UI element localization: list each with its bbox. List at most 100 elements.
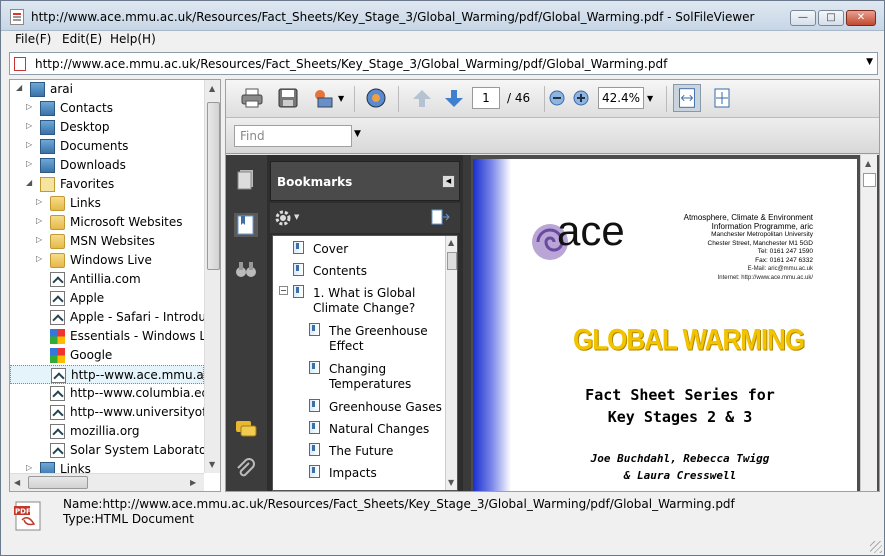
binoculars-icon[interactable] [234, 257, 258, 281]
bookmarks-panel-icon[interactable] [234, 213, 258, 237]
attachments-icon[interactable] [234, 457, 258, 481]
tree-item[interactable]: Essentials - Windows Live [10, 327, 220, 346]
zoom-dropdown-icon[interactable]: ▼ [647, 94, 653, 103]
expand-arrow-icon[interactable]: ▷ [26, 463, 32, 472]
google-shortcut-icon [50, 348, 65, 363]
tree-item[interactable]: Google [10, 346, 204, 365]
expand-arrow-icon[interactable]: ▷ [26, 102, 32, 111]
collapse-arrow-icon[interactable]: ◢ [16, 83, 22, 92]
tree-item[interactable]: http--www.universityofca [10, 403, 220, 422]
bookmark-item[interactable]: Cover [313, 242, 443, 257]
expand-arrow-icon[interactable]: ▷ [26, 140, 32, 149]
scroll-down-icon[interactable]: ▼ [448, 478, 454, 487]
expand-arrow-icon[interactable]: ▷ [36, 216, 42, 225]
share-dropdown-icon[interactable]: ▼ [338, 94, 344, 103]
expand-arrow-icon[interactable]: ▷ [36, 197, 42, 206]
bookmark-item[interactable]: The Future [329, 444, 443, 459]
bookmark-icon [309, 443, 320, 456]
collapse-panel-button[interactable]: ◀ [442, 175, 455, 188]
bookmarks-list: Cover Contents 1. What is Global Climate C… [272, 235, 458, 491]
bookmark-item[interactable]: Natural Changes [329, 422, 443, 437]
close-button[interactable]: ✕ [846, 10, 876, 26]
tree-item[interactable]: ◢ Favorites [10, 175, 204, 194]
tree-item[interactable]: Apple - Safari - Introducir [10, 308, 220, 327]
tree-item[interactable]: ▷ Windows Live [10, 251, 204, 270]
tree-hscroll-thumb[interactable] [28, 476, 88, 489]
tree-item[interactable]: ▷ Microsoft Websites [10, 213, 204, 232]
tree-item[interactable]: Solar System Laboratory [10, 441, 218, 460]
tree-item[interactable]: mozillia.org [10, 422, 204, 441]
share-icon[interactable] [312, 87, 336, 109]
bookmarks-scrollbar[interactable]: ▲ ▼ [445, 236, 457, 490]
tree-item[interactable]: http--www.ace.mmu.ac.u [10, 365, 220, 384]
tree-horizontal-scrollbar[interactable]: ◀ ▶ [10, 473, 204, 491]
find-input[interactable]: Find [234, 125, 352, 147]
bookmark-item[interactable]: The Greenhouse Effect [329, 324, 443, 354]
chevron-down-icon[interactable]: ▼ [866, 57, 873, 67]
menu-help[interactable]: Help(H) [110, 32, 156, 46]
tree-item[interactable]: http--www.columbia.edu [10, 384, 217, 403]
document-scrollbar[interactable]: ▲ [860, 155, 877, 491]
expand-arrow-icon[interactable]: ▷ [36, 254, 42, 263]
scroll-up-icon[interactable]: ▲ [448, 238, 454, 247]
tree-scroll-thumb[interactable] [207, 102, 220, 270]
expand-arrow-icon[interactable]: ▷ [26, 159, 32, 168]
next-page-icon[interactable] [442, 87, 466, 109]
options-dropdown-icon[interactable]: ▼ [294, 213, 299, 221]
find-dropdown-icon[interactable]: ▼ [354, 129, 361, 139]
tree-item[interactable]: ▷ Links [10, 194, 204, 213]
zoom-level-input[interactable]: 42.4% [598, 87, 644, 109]
window-title: http://www.ace.mmu.ac.uk/Resources/Fact_… [31, 10, 755, 24]
bookmarks-tools: ▼ [270, 203, 460, 233]
collapse-arrow-icon[interactable]: ◢ [26, 178, 32, 187]
tree-item[interactable]: ▷ MSN Websites [10, 232, 204, 251]
scroll-up-icon[interactable]: ▲ [865, 159, 871, 168]
panel-splitter[interactable] [463, 155, 471, 491]
tree-item-label: http--www.universityofca [70, 405, 221, 419]
toolbar-separator [398, 86, 399, 112]
collapse-bookmark-icon[interactable]: − [279, 286, 288, 295]
tree-item[interactable]: Apple [10, 289, 204, 308]
menu-edit[interactable]: Edit(E) [62, 32, 102, 46]
menu-file[interactable]: File(F) [15, 32, 51, 46]
scroll-down-icon[interactable]: ▼ [209, 460, 215, 469]
address-input[interactable]: http://www.ace.mmu.ac.uk/Resources/Fact_… [35, 57, 667, 71]
tree-item[interactable]: ▷ Desktop [10, 118, 204, 137]
comments-icon[interactable] [234, 417, 258, 441]
zoom-out-icon[interactable] [548, 87, 566, 109]
tree-item[interactable]: ▷ Contacts [10, 99, 204, 118]
page-thumbnails-icon[interactable] [234, 167, 258, 191]
maximize-button[interactable]: □ [818, 10, 844, 26]
bookmark-item[interactable]: Changing Temperatures [329, 362, 443, 392]
bookmark-item[interactable]: 1. What is Global Climate Change? [313, 286, 443, 316]
bookmark-item[interactable]: Greenhouse Gases [329, 400, 443, 415]
page-number-input[interactable]: 1 [472, 87, 500, 109]
tree-item[interactable]: ▷ Documents [10, 137, 204, 156]
save-icon[interactable] [276, 87, 300, 109]
scroll-up-icon[interactable]: ▲ [209, 84, 215, 93]
resize-gripper[interactable] [870, 541, 882, 553]
bookmark-icon [309, 323, 320, 336]
print-icon[interactable] [240, 87, 264, 109]
scroll-left-icon[interactable]: ◀ [14, 478, 20, 487]
expand-arrow-icon[interactable]: ▷ [26, 121, 32, 130]
document-scroll-thumb[interactable] [863, 173, 876, 187]
minimize-button[interactable]: — [790, 10, 816, 26]
fit-width-icon[interactable] [673, 84, 701, 112]
tools-icon[interactable] [364, 87, 388, 109]
fit-page-icon[interactable] [710, 87, 734, 109]
scroll-right-icon[interactable]: ▶ [190, 478, 196, 487]
tree-item[interactable]: Antillia.com [10, 270, 204, 289]
address-bar[interactable]: http://www.ace.mmu.ac.uk/Resources/Fact_… [9, 52, 878, 75]
tree-vertical-scrollbar[interactable]: ▲ ▼ [204, 80, 220, 473]
gear-icon[interactable] [274, 209, 292, 227]
bookmark-item[interactable]: Contents [313, 264, 443, 279]
tree-item[interactable]: ▷ Downloads [10, 156, 204, 175]
previous-page-icon[interactable] [410, 87, 434, 109]
bookmarks-scroll-thumb[interactable] [447, 252, 457, 270]
zoom-in-icon[interactable] [572, 87, 590, 109]
bookmark-item[interactable]: Impacts [329, 466, 443, 481]
tree-item[interactable]: ◢ arai [10, 80, 204, 99]
expand-arrow-icon[interactable]: ▷ [36, 235, 42, 244]
expand-bookmark-icon[interactable] [430, 208, 450, 226]
